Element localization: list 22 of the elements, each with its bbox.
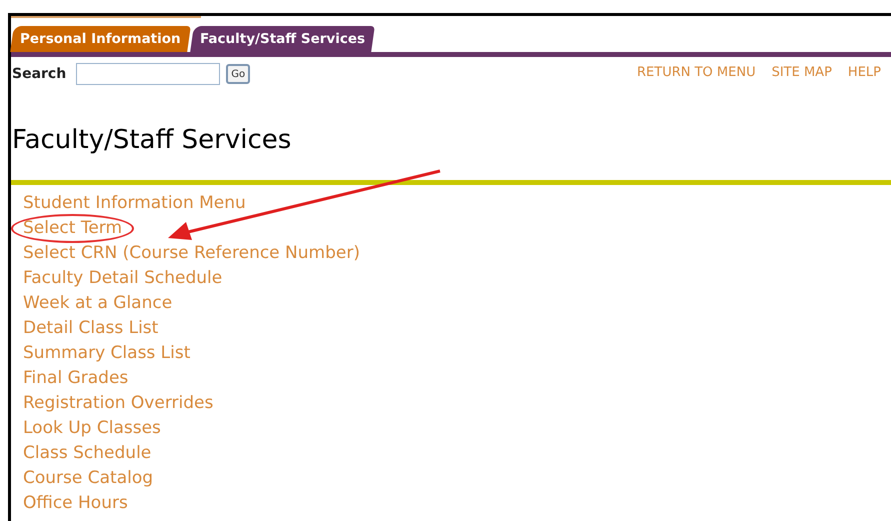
tab[interactable]: Personal Information — [10, 26, 190, 52]
menu-link[interactable]: Student Information Menu — [23, 191, 246, 216]
menu-link[interactable]: Summary Class List — [23, 341, 190, 366]
menu-link[interactable]: Registration Overrides — [23, 391, 214, 416]
menu-link[interactable]: Class Schedule — [23, 441, 152, 466]
menu-link[interactable]: Course Catalog — [23, 466, 154, 491]
header-link[interactable]: HELP — [848, 63, 881, 82]
menu-link[interactable]: Select CRN (Course Reference Number) — [23, 241, 360, 266]
menu-link[interactable]: Look Up Classes — [23, 416, 161, 441]
menu-link[interactable]: Week at a Glance — [23, 291, 172, 316]
menu-link[interactable]: Detail Class List — [23, 316, 158, 341]
tab[interactable]: Faculty/Staff Services — [190, 26, 375, 52]
search-field[interactable] — [76, 63, 220, 85]
menu-link[interactable]: Final Grades — [23, 366, 128, 391]
go-button[interactable]: Go — [226, 64, 250, 84]
menu-link[interactable]: Select Term — [13, 216, 132, 241]
menu-link[interactable]: Faculty Detail Schedule — [23, 266, 222, 291]
search-label: Search — [12, 64, 66, 84]
header-link[interactable]: SITE MAP — [772, 63, 832, 82]
menu-link[interactable]: Office Hours — [23, 491, 128, 516]
header-link[interactable]: RETURN TO MENU — [637, 63, 756, 82]
page-title: Faculty/Staff Services — [12, 124, 292, 157]
